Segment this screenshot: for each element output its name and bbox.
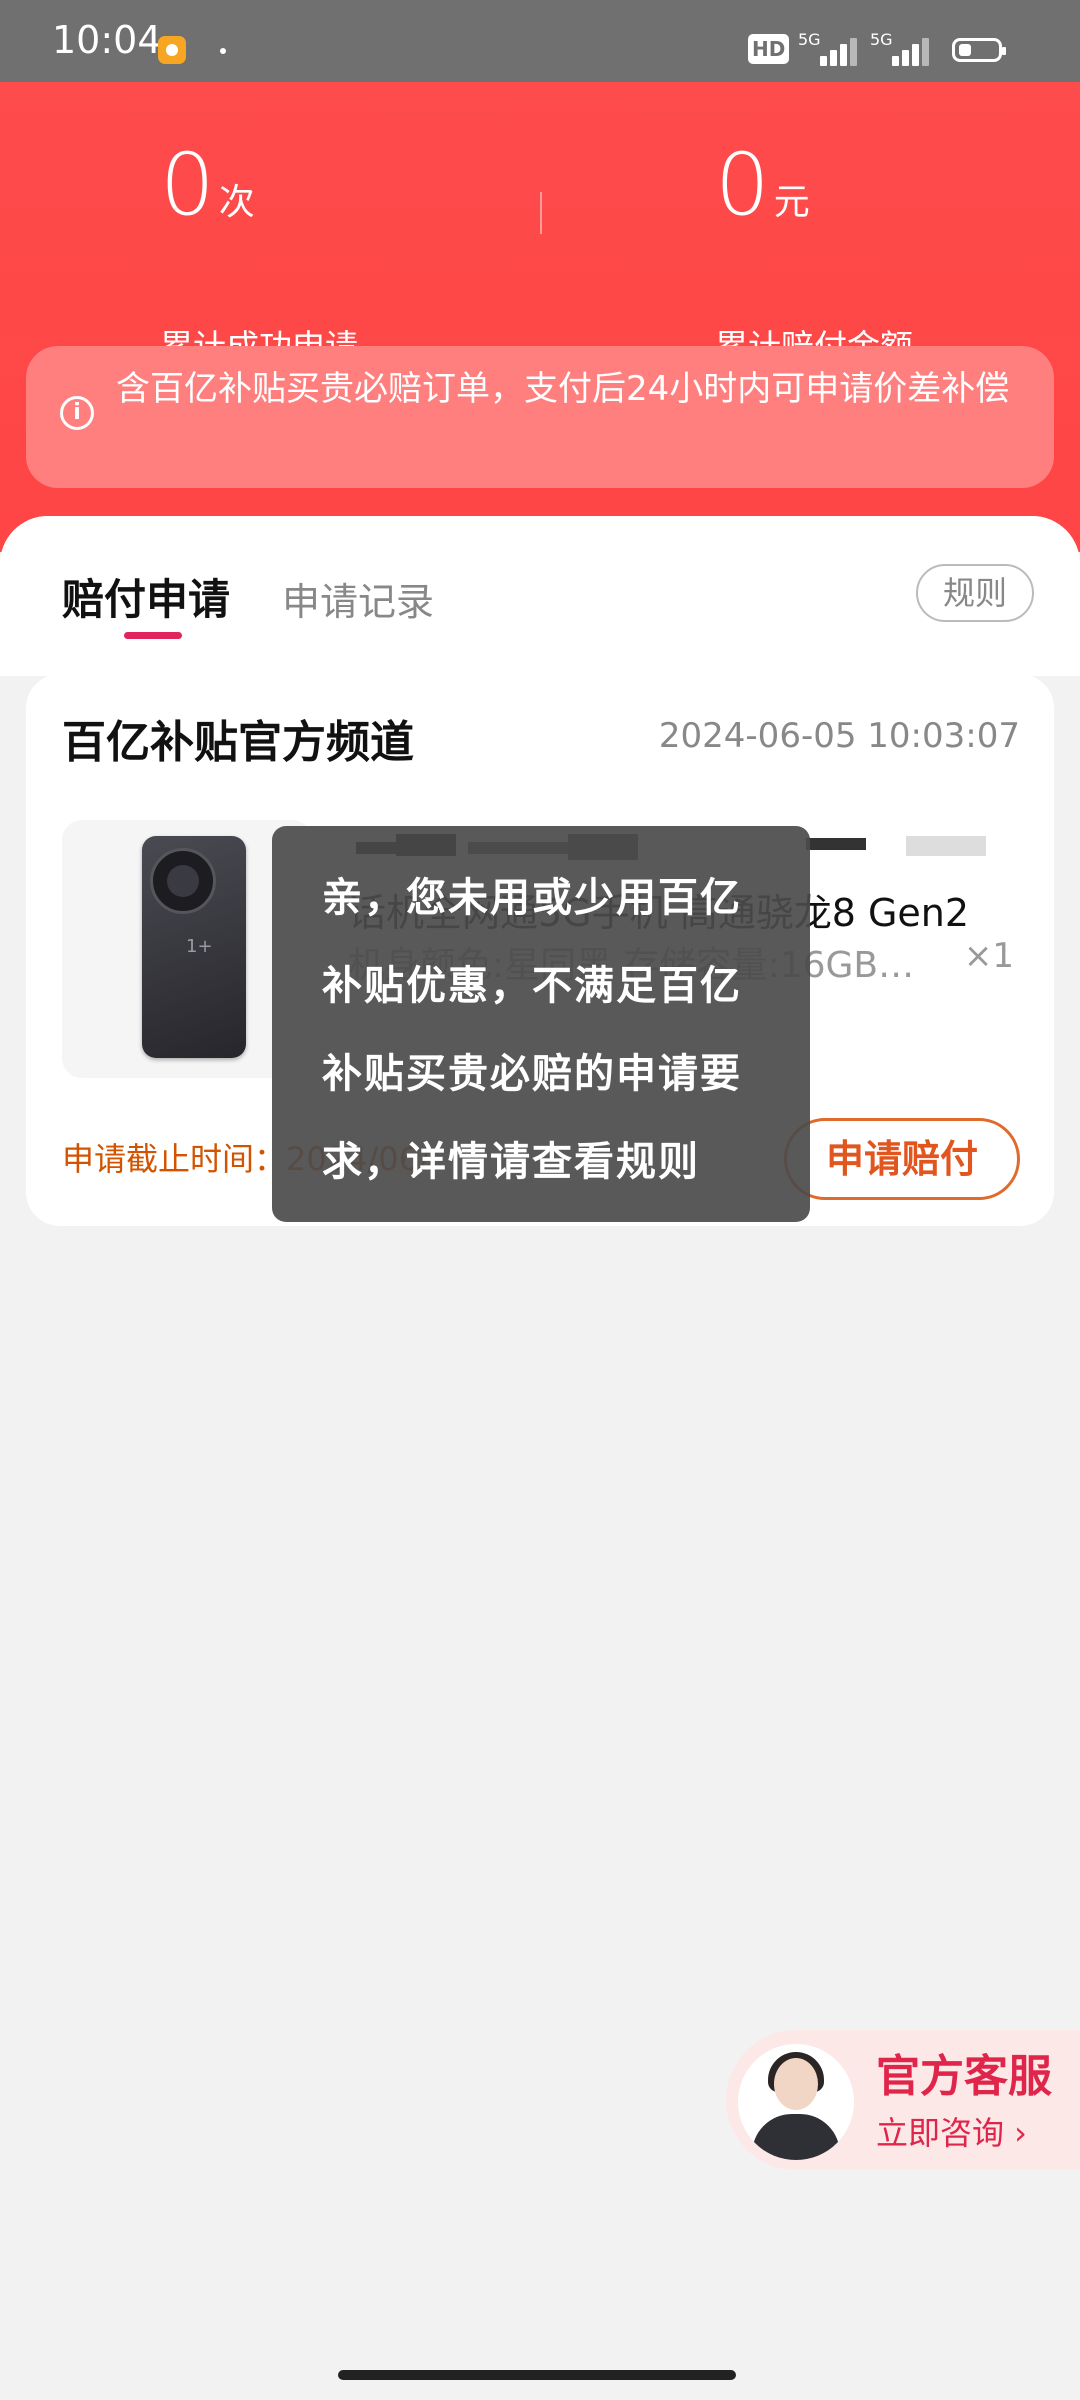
compensation-amount-number: 0	[715, 135, 770, 235]
notice-banner: i 含百亿补贴买贵必赔订单，支付后24小时内可申请价差补偿	[26, 346, 1054, 488]
stats-divider	[540, 192, 542, 234]
phone-logo: 1+	[186, 936, 213, 957]
success-count-number: 0	[160, 135, 215, 235]
notification-app-icon	[158, 36, 186, 64]
rules-button[interactable]: 规则	[916, 564, 1034, 622]
notification-dot-icon	[220, 48, 226, 54]
redacted-mark	[806, 838, 866, 850]
phone-image: 1+	[142, 836, 246, 1058]
network-label-2: 5G	[870, 30, 893, 49]
order-timestamp: 2024-06-05 10:03:07	[658, 716, 1020, 756]
compensation-amount-unit: 元	[773, 182, 810, 223]
stat-compensation-amount: 0元 累计赔付金额	[715, 142, 913, 366]
clock: 10:04	[52, 18, 162, 62]
camera-module	[150, 848, 216, 914]
toast-message: 亲，您未用或少用百亿补贴优惠，不满足百亿补贴买贵必赔的申请要求，详情请查看规则	[272, 826, 810, 1222]
header: 0次 累计成功申请 0元 累计赔付金额 i 含百亿补贴买贵必赔订单，支付后24小…	[0, 82, 1080, 552]
hd-icon: HD	[748, 34, 790, 64]
customer-service-button[interactable]: 官方客服 立即咨询 ›	[726, 2030, 1080, 2170]
tab-apply-records[interactable]: 申请记录	[282, 571, 434, 626]
success-count-unit: 次	[218, 182, 255, 223]
customer-service-title: 官方客服	[876, 2051, 1052, 2102]
toast-text: 亲，您未用或少用百亿补贴优惠，不满足百亿补贴买贵必赔的申请要求，详情请查看规则	[322, 875, 742, 1185]
redacted-mark	[906, 836, 986, 856]
network-label: 5G	[798, 30, 821, 49]
active-tab-indicator	[124, 632, 182, 639]
tab-bar: 赔付申请 申请记录 规则	[0, 516, 1080, 676]
stat-success-count: 0次 累计成功申请	[160, 142, 358, 366]
status-bar: 10:04 HD 5G 5G	[0, 0, 1080, 82]
battery-icon	[952, 38, 1006, 62]
info-icon: i	[60, 396, 94, 430]
notice-text: 含百亿补贴买贵必赔订单，支付后24小时内可申请价差补偿	[116, 369, 1010, 409]
customer-service-subtitle: 立即咨询 ›	[876, 2114, 1027, 2152]
apply-compensation-button[interactable]: 申请赔付	[784, 1118, 1020, 1200]
product-quantity: ×1	[963, 936, 1014, 976]
agent-avatar	[738, 2044, 854, 2160]
channel-name: 百亿补贴官方频道	[62, 717, 414, 768]
home-indicator[interactable]	[338, 2370, 736, 2380]
tab-compensation-apply[interactable]: 赔付申请	[62, 566, 230, 627]
